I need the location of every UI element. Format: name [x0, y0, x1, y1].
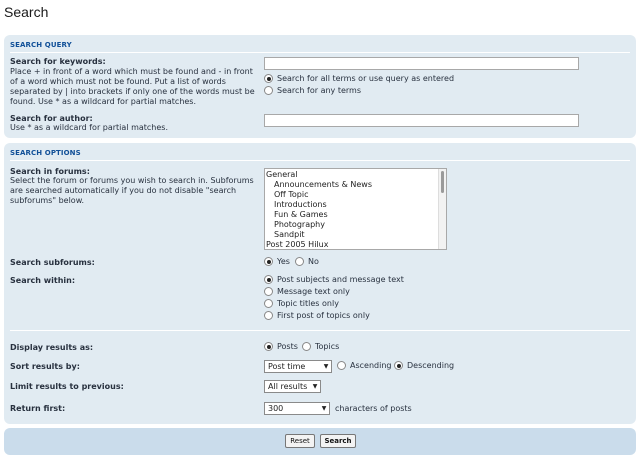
divider — [10, 52, 630, 53]
search-query-heading: SEARCH QUERY — [10, 41, 72, 49]
sort-descending-option[interactable]: Descending — [394, 361, 454, 370]
subforums-label: Search subforums: — [10, 258, 95, 267]
sort-descending-label: Descending — [407, 361, 455, 370]
listbox-scrollbar[interactable] — [438, 169, 446, 249]
within-option-first-post[interactable]: First post of topics only — [264, 311, 370, 320]
forum-option[interactable]: Fun & Games — [266, 210, 438, 220]
page-title: Search — [4, 4, 49, 20]
search-query-panel: SEARCH QUERY Search for keywords: Place … — [4, 35, 636, 138]
action-bar: Reset Search — [4, 428, 636, 455]
forum-option[interactable]: Introductions — [266, 200, 438, 210]
terms-all-label: Search for all terms or use query as ent… — [277, 74, 455, 83]
sort-ascending-label: Ascending — [350, 361, 392, 370]
terms-all-option[interactable]: Search for all terms or use query as ent… — [264, 74, 454, 83]
return-first-suffix: characters of posts — [335, 404, 412, 413]
radio-icon[interactable] — [337, 361, 346, 370]
within-option-message-text[interactable]: Message text only — [264, 287, 350, 296]
within-option-label: Message text only — [277, 287, 350, 296]
radio-icon[interactable] — [264, 299, 273, 308]
limit-select-value: All results — [268, 382, 308, 391]
keywords-description: Place + in front of a word which must be… — [10, 67, 255, 106]
subforums-yes-label: Yes — [277, 257, 290, 266]
radio-selected-icon[interactable] — [264, 257, 273, 266]
display-posts-option[interactable]: Posts — [264, 342, 298, 351]
display-posts-label: Posts — [277, 342, 298, 351]
search-options-heading: SEARCH OPTIONS — [10, 149, 81, 157]
subforums-no-label: No — [308, 257, 319, 266]
return-first-select-value: 300 — [268, 404, 284, 413]
divider — [10, 160, 630, 161]
within-label: Search within: — [10, 276, 76, 285]
radio-icon[interactable] — [264, 287, 273, 296]
display-topics-option[interactable]: Topics — [302, 342, 339, 351]
author-input[interactable] — [264, 114, 579, 127]
within-option-topic-titles[interactable]: Topic titles only — [264, 299, 339, 308]
forum-option[interactable]: Announcements & News — [266, 180, 438, 190]
reset-button[interactable]: Reset — [285, 434, 315, 448]
author-description: Use * as a wildcard for partial matches. — [10, 123, 168, 132]
sort-select[interactable]: Post time ▼ — [264, 360, 332, 373]
forum-option[interactable]: Post 2005 Hilux — [266, 240, 438, 249]
forums-listbox[interactable]: General Announcements & News Off Topic I… — [264, 168, 447, 250]
forum-option[interactable]: Off Topic — [266, 190, 438, 200]
terms-any-label: Search for any terms — [277, 86, 361, 95]
forums-label: Search in forums: — [10, 167, 90, 176]
divider — [10, 330, 630, 331]
return-first-label: Return first: — [10, 404, 66, 413]
author-label: Search for author: — [10, 114, 93, 123]
radio-selected-icon[interactable] — [264, 74, 273, 83]
radio-icon[interactable] — [264, 86, 273, 95]
forum-option[interactable]: General — [266, 170, 438, 180]
radio-icon[interactable] — [264, 311, 273, 320]
within-option-label: First post of topics only — [277, 311, 370, 320]
return-first-select[interactable]: 300 ▼ — [264, 402, 330, 415]
chevron-down-icon: ▼ — [312, 383, 318, 390]
within-option-label: Post subjects and message text — [277, 275, 404, 284]
search-options-panel: SEARCH OPTIONS Search in forums: Select … — [4, 143, 636, 424]
radio-icon[interactable] — [302, 342, 311, 351]
radio-selected-icon[interactable] — [264, 342, 273, 351]
forum-option[interactable]: Photography — [266, 220, 438, 230]
chevron-down-icon: ▼ — [321, 405, 327, 412]
terms-any-option[interactable]: Search for any terms — [264, 86, 361, 95]
limit-label: Limit results to previous: — [10, 382, 124, 391]
keywords-label: Search for keywords: — [10, 57, 106, 66]
sort-select-value: Post time — [268, 362, 306, 371]
keywords-input[interactable] — [264, 57, 579, 70]
within-option-label: Topic titles only — [277, 299, 339, 308]
sort-label: Sort results by: — [10, 362, 80, 371]
chevron-down-icon: ▼ — [323, 363, 329, 370]
display-label: Display results as: — [10, 343, 94, 352]
sort-ascending-option[interactable]: Ascending — [337, 361, 391, 370]
radio-selected-icon[interactable] — [264, 275, 273, 284]
subforums-yes-option[interactable]: Yes — [264, 257, 290, 266]
search-button[interactable]: Search — [320, 434, 356, 448]
radio-icon[interactable] — [295, 257, 304, 266]
within-option-posts-and-text[interactable]: Post subjects and message text — [264, 275, 404, 284]
subforums-no-option[interactable]: No — [295, 257, 319, 266]
forums-description: Select the forum or forums you wish to s… — [10, 176, 254, 205]
forum-option[interactable]: Sandpit — [266, 230, 438, 240]
radio-selected-icon[interactable] — [394, 361, 403, 370]
limit-select[interactable]: All results ▼ — [264, 380, 321, 393]
scrollbar-thumb[interactable] — [441, 171, 444, 193]
display-topics-label: Topics — [315, 342, 340, 351]
